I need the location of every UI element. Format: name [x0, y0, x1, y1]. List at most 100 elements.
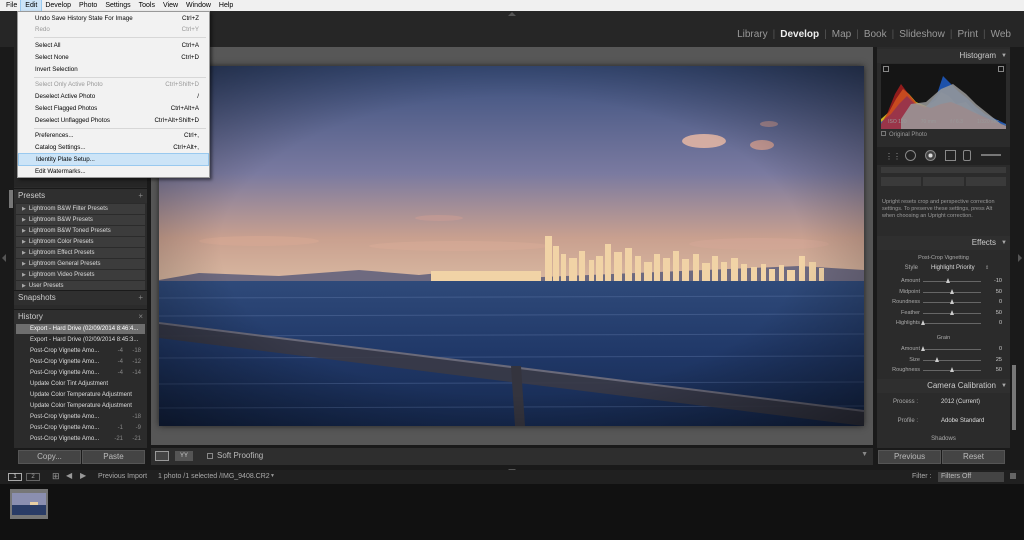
- menu-item-catalog-settings[interactable]: Catalog Settings... Ctrl+Alt+,: [18, 142, 209, 153]
- top-panel-toggle-icon[interactable]: [508, 12, 516, 16]
- add-preset-icon[interactable]: +: [138, 189, 143, 203]
- back-arrow-icon[interactable]: ◀: [66, 471, 72, 480]
- effects-header[interactable]: Effects ▼: [877, 236, 1010, 250]
- history-step[interactable]: Post-Crop Vignette Amo... -4 -18: [16, 346, 145, 356]
- module-web[interactable]: Web: [986, 29, 1016, 40]
- slider-value[interactable]: 50: [996, 309, 1002, 317]
- red-eye-icon[interactable]: [925, 150, 936, 161]
- history-step[interactable]: Export - Hard Drive (02/09/2014 8:46:4..…: [16, 324, 145, 334]
- left-panel-toggle-icon[interactable]: [2, 254, 6, 262]
- history-step[interactable]: Post-Crop Vignette Amo... -18: [16, 412, 145, 422]
- slider-handle[interactable]: [920, 320, 925, 325]
- slider-track[interactable]: [923, 359, 981, 361]
- shadow-clipping-toggle[interactable]: [883, 66, 889, 72]
- selection-info[interactable]: 1 photo /1 selected /IMG_9408.CR2: [158, 473, 270, 480]
- before-after-button[interactable]: YY: [175, 451, 193, 461]
- second-window-button[interactable]: 2: [26, 473, 40, 481]
- crop-tool-icon[interactable]: ⋮⋮: [885, 152, 901, 161]
- slider-track[interactable]: [923, 281, 981, 282]
- slider-handle[interactable]: [949, 309, 954, 315]
- preset-folder[interactable]: ▶ Lightroom Color Presets: [16, 237, 145, 247]
- menu-item-redo[interactable]: Redo Ctrl+Y: [18, 24, 209, 35]
- module-develop[interactable]: Develop: [775, 29, 824, 40]
- menu-item-select-flagged[interactable]: Select Flagged Photos Ctrl+Alt+A: [18, 103, 209, 114]
- menu-photo[interactable]: Photo: [75, 0, 101, 11]
- module-print[interactable]: Print: [952, 29, 983, 40]
- menu-item-deselect-unflagged[interactable]: Deselect Unflagged Photos Ctrl+Alt+Shift+…: [18, 115, 209, 126]
- vignette-style-select[interactable]: Highlight Priority: [931, 265, 975, 271]
- previous-settings-button[interactable]: Previous: [878, 450, 941, 464]
- paste-settings-button[interactable]: Paste: [82, 450, 145, 464]
- filter-select[interactable]: Filters Off: [938, 472, 1004, 482]
- slider-handle[interactable]: [935, 356, 939, 362]
- history-step[interactable]: Post-Crop Vignette Amo... -1 -9: [16, 423, 145, 433]
- menu-item-undo[interactable]: Undo Save History State For Image Ctrl+Z: [18, 13, 209, 24]
- upright-full-button[interactable]: [965, 177, 1006, 186]
- menu-item-deselect-active[interactable]: Deselect Active Photo /: [18, 91, 209, 102]
- profile-select[interactable]: Adobe Standard: [941, 418, 984, 424]
- toolbar-menu-chevron-down-icon[interactable]: ▼: [861, 451, 868, 458]
- menu-item-edit-watermarks[interactable]: Edit Watermarks...: [18, 166, 209, 177]
- slider-handle[interactable]: [949, 299, 954, 304]
- camera-calibration-header[interactable]: Camera Calibration ▼: [877, 379, 1010, 393]
- history-step[interactable]: Post-Crop Vignette Amo... -4 -12: [16, 357, 145, 367]
- spot-removal-icon[interactable]: [905, 150, 916, 161]
- preset-folder[interactable]: ▶ Lightroom B&W Filter Presets: [16, 204, 145, 214]
- history-step[interactable]: Post-Crop Vignette Amo... -21 -21: [16, 434, 145, 444]
- slider-value[interactable]: 50: [996, 288, 1002, 296]
- menu-window[interactable]: Window: [182, 0, 215, 11]
- menu-item-invert-selection[interactable]: Invert Selection: [18, 64, 209, 75]
- menu-file[interactable]: File: [2, 0, 21, 11]
- slider-handle[interactable]: [949, 288, 954, 294]
- preset-folder[interactable]: ▶ Lightroom Effect Presets: [16, 248, 145, 258]
- module-map[interactable]: Map: [827, 29, 856, 40]
- adjustment-brush-icon[interactable]: [981, 154, 1001, 156]
- menu-item-select-only-active[interactable]: Select Only Active Photo Ctrl+Shift+D: [18, 79, 209, 90]
- history-step[interactable]: Post-Crop Vignette Amo... -4 -14: [16, 368, 145, 378]
- original-photo-checkbox[interactable]: [881, 131, 886, 136]
- reset-button[interactable]: Reset: [942, 450, 1005, 464]
- right-panel-toggle-icon[interactable]: [1018, 254, 1022, 262]
- slider-value[interactable]: 0: [999, 319, 1002, 327]
- slider-value[interactable]: -10: [994, 277, 1002, 285]
- preset-folder[interactable]: ▶ Lightroom Video Presets: [16, 270, 145, 280]
- slider-track[interactable]: [923, 349, 981, 350]
- left-panel-scrollbar[interactable]: [9, 190, 13, 208]
- menu-tools[interactable]: Tools: [135, 0, 159, 11]
- clear-history-icon[interactable]: ×: [138, 310, 143, 324]
- history-step[interactable]: Update Color Temperature Adjustment: [16, 390, 145, 400]
- slider-value[interactable]: 0: [999, 345, 1002, 353]
- grid-view-icon[interactable]: ⊞: [52, 471, 60, 482]
- chevron-down-icon[interactable]: ▼: [270, 473, 275, 479]
- slider-handle[interactable]: [946, 278, 951, 283]
- module-library[interactable]: Library: [732, 29, 773, 40]
- menu-settings[interactable]: Settings: [101, 0, 134, 11]
- module-book[interactable]: Book: [859, 29, 892, 40]
- highlight-clipping-toggle[interactable]: [998, 66, 1004, 72]
- slider-track[interactable]: [923, 323, 981, 324]
- snapshots-header[interactable]: Snapshots +: [14, 290, 147, 305]
- menu-item-preferences[interactable]: Preferences... Ctrl+,: [18, 130, 209, 141]
- slider-handle[interactable]: [920, 346, 925, 351]
- menu-help[interactable]: Help: [215, 0, 237, 11]
- history-step[interactable]: Update Color Temperature Adjustment: [16, 401, 145, 411]
- history-step[interactable]: Export - Hard Drive (02/09/2014 8:45:3..…: [16, 335, 145, 345]
- filmstrip-thumbnail[interactable]: [10, 489, 48, 519]
- menu-view[interactable]: View: [159, 0, 182, 11]
- soft-proofing-checkbox[interactable]: [207, 453, 213, 459]
- preset-folder[interactable]: ▶ Lightroom General Presets: [16, 259, 145, 269]
- copy-settings-button[interactable]: Copy...: [18, 450, 81, 464]
- graduated-filter-icon[interactable]: [945, 150, 956, 161]
- menu-item-identity-plate-setup[interactable]: Identity Plate Setup...: [18, 153, 209, 166]
- presets-header[interactable]: Presets +: [14, 188, 147, 203]
- menu-edit[interactable]: Edit: [20, 0, 43, 12]
- upright-vertical-button[interactable]: [923, 177, 964, 186]
- upright-buttons-row1[interactable]: [881, 167, 1006, 173]
- histogram-header[interactable]: Histogram ▼: [877, 49, 1010, 63]
- loupe-view-button[interactable]: [155, 451, 169, 461]
- source-label[interactable]: Previous Import: [98, 473, 147, 480]
- slider-handle[interactable]: [949, 367, 954, 372]
- main-window-button[interactable]: 1: [8, 473, 22, 481]
- right-panel-scrollbar[interactable]: [1012, 365, 1016, 430]
- menu-item-select-none[interactable]: Select None Ctrl+D: [18, 52, 209, 63]
